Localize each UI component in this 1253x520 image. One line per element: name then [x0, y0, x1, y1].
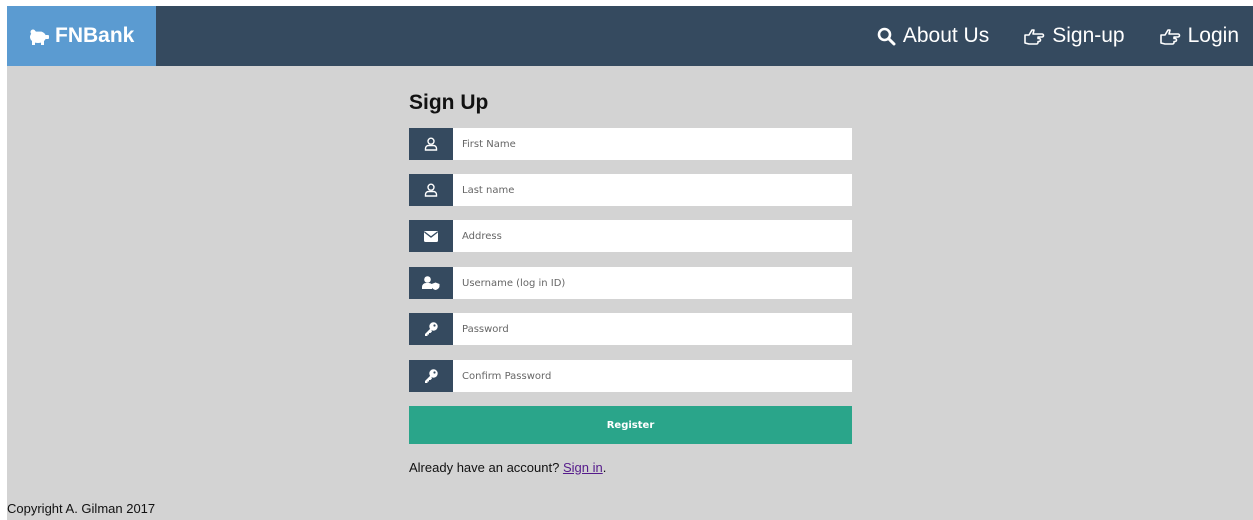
signin-prefix-text: Already have an account?	[409, 460, 560, 475]
brand-name: FNBank	[55, 24, 135, 47]
page: FNBank About Us Sign-up Login Sign Up Fi…	[7, 6, 1253, 520]
confirm-password-icon-box	[409, 360, 453, 392]
nav-login[interactable]: Login	[1159, 24, 1239, 48]
address-icon-box	[409, 220, 453, 252]
address-field	[409, 220, 852, 252]
nav-about-us[interactable]: About Us	[877, 24, 989, 48]
nav-sign-up[interactable]: Sign-up	[1023, 24, 1125, 48]
signin-suffix-text: .	[602, 460, 607, 475]
first-name-field	[409, 128, 852, 160]
hand-pointing-icon	[1159, 29, 1180, 45]
address-input[interactable]	[453, 220, 852, 252]
piggy-bank-icon	[30, 29, 49, 45]
user-icon	[424, 137, 438, 151]
envelope-icon	[424, 230, 438, 242]
first-name-icon-box	[409, 128, 453, 160]
search-icon	[877, 27, 896, 45]
first-name-input[interactable]	[453, 128, 852, 160]
confirm-password-field	[409, 360, 852, 392]
user-shield-icon	[422, 276, 440, 290]
password-input[interactable]	[453, 313, 852, 345]
navbar: FNBank About Us Sign-up Login	[7, 6, 1253, 66]
last-name-field	[409, 174, 852, 206]
username-icon-box	[409, 267, 453, 299]
footer-copyright: Copyright A. Gilman 2017	[7, 501, 156, 516]
register-button[interactable]: Register	[409, 406, 852, 444]
brand-link[interactable]: FNBank	[7, 6, 156, 66]
nav-login-label: Login	[1187, 24, 1239, 47]
username-field	[409, 267, 852, 299]
password-field	[409, 313, 852, 345]
signup-form: Sign Up First Name Last name Address Use…	[409, 88, 852, 475]
key-icon	[425, 322, 438, 336]
nav-links: About Us Sign-up Login	[843, 6, 1239, 66]
nav-sign-up-label: Sign-up	[1052, 24, 1125, 47]
key-icon	[425, 369, 438, 383]
last-name-icon-box	[409, 174, 453, 206]
page-title: Sign Up	[409, 91, 489, 114]
signin-prompt: Already have an account? Sign in.	[409, 460, 606, 475]
confirm-password-input[interactable]	[453, 360, 852, 392]
last-name-input[interactable]	[453, 174, 852, 206]
nav-about-us-label: About Us	[902, 24, 990, 47]
password-icon-box	[409, 313, 453, 345]
user-icon	[424, 183, 438, 197]
sign-in-link[interactable]: Sign in	[563, 460, 603, 475]
hand-pointing-icon	[1024, 29, 1045, 45]
username-input[interactable]	[453, 267, 852, 299]
